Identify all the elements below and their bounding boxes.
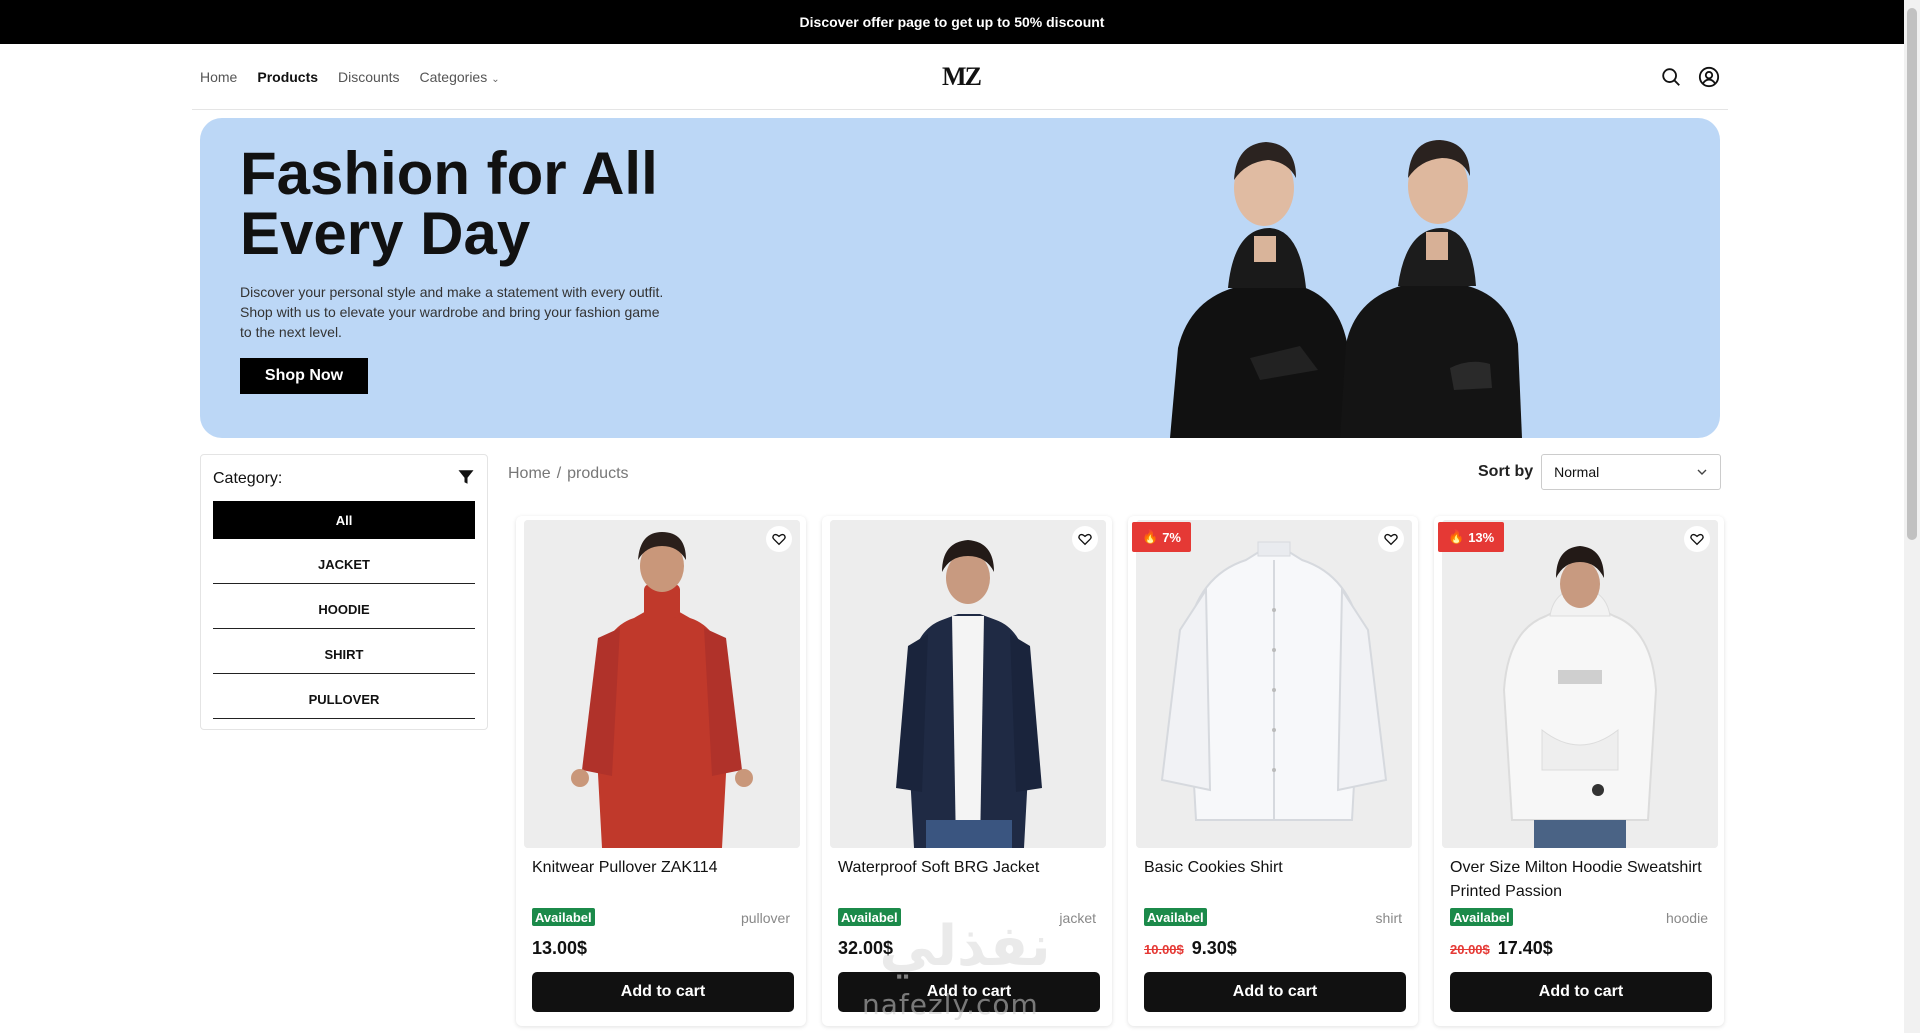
- chevron-down-icon: ⌄: [491, 74, 500, 85]
- product-name[interactable]: Over Size Milton Hoodie Sweatshirt Print…: [1450, 856, 1710, 904]
- promo-text[interactable]: Discover offer page to get up to 50% dis…: [800, 14, 1105, 30]
- sort-select[interactable]: Normal: [1541, 454, 1722, 490]
- product-price: 32.00$: [838, 938, 894, 958]
- wishlist-button[interactable]: [1072, 526, 1098, 552]
- product-card[interactable]: Knitwear Pullover ZAK114 Availabel pullo…: [516, 516, 806, 1026]
- product-image[interactable]: [1136, 520, 1412, 848]
- breadcrumb-home[interactable]: Home: [508, 465, 551, 482]
- heart-icon: [1384, 533, 1398, 546]
- promo-bar[interactable]: Discover offer page to get up to 50% dis…: [0, 0, 1904, 44]
- header-actions: [1660, 66, 1720, 93]
- category-pullover[interactable]: PULLOVER: [213, 681, 475, 719]
- product-price-group: 20.00$ 17.40$: [1450, 938, 1553, 959]
- product-category: hoodie: [1665, 910, 1708, 926]
- category-jacket[interactable]: JACKET: [213, 546, 475, 584]
- product-name[interactable]: Waterproof Soft BRG Jacket: [838, 856, 1098, 880]
- chevron-down-icon: [1697, 469, 1707, 475]
- category-filter-header: Category:: [213, 467, 475, 491]
- product-card[interactable]: 🔥 7% Basic Cookies Shirt Availabel shirt …: [1128, 516, 1418, 1026]
- product-price-group: 10.00$ 9.30$: [1144, 938, 1237, 959]
- product-card[interactable]: Waterproof Soft BRG Jacket Availabel jac…: [822, 516, 1112, 1026]
- product-price-group: 32.00$: [838, 938, 893, 959]
- product-old-price: 10.00$: [1144, 942, 1184, 957]
- nav-home[interactable]: Home: [200, 69, 237, 85]
- product-old-price: 20.00$: [1450, 942, 1490, 957]
- scrollbar-thumb[interactable]: [1907, 8, 1917, 540]
- product-price: 9.30$: [1191, 938, 1237, 958]
- nav-categories[interactable]: Categories ⌄: [420, 69, 500, 85]
- heart-icon: [772, 533, 786, 546]
- product-image[interactable]: [1442, 520, 1718, 848]
- product-price: 17.40$: [1497, 938, 1553, 958]
- product-category: pullover: [740, 910, 790, 926]
- sort-control: Sort by Normal: [1478, 454, 1722, 490]
- product-card[interactable]: 🔥 13% Over Size Milton Hoodie Sweatshirt …: [1434, 516, 1724, 1026]
- product-image[interactable]: [524, 520, 800, 848]
- wishlist-button[interactable]: [1684, 526, 1710, 552]
- nav-discounts[interactable]: Discounts: [338, 69, 399, 85]
- page-scrollbar[interactable]: [1904, 0, 1920, 1033]
- category-all[interactable]: All: [213, 501, 475, 539]
- product-category: jacket: [1059, 910, 1096, 926]
- wishlist-button[interactable]: [766, 526, 792, 552]
- hero-title: Fashion for All Every Day: [240, 140, 658, 267]
- category-title: Category:: [213, 470, 283, 487]
- fire-icon: 🔥: [1448, 529, 1465, 544]
- main-nav: Home Products Discounts Categories ⌄: [200, 44, 500, 110]
- availability-badge: Availabel: [532, 908, 595, 926]
- hero-banner: Fashion for All Every Day Discover your …: [200, 118, 1720, 438]
- category-hoodie[interactable]: HOODIE: [213, 591, 475, 629]
- availability-badge: Availabel: [838, 908, 901, 926]
- availability-badge: Availabel: [1450, 908, 1513, 926]
- category-filter: Category: All JACKET HOODIE SHIRT PULLOV…: [200, 454, 488, 730]
- hero-models-image: [1170, 140, 1522, 438]
- logo[interactable]: MZ: [932, 62, 990, 92]
- hero-description: Discover your personal style and make a …: [240, 284, 664, 340]
- sort-label: Sort by: [1478, 463, 1534, 480]
- availability-badge: Availabel: [1144, 908, 1207, 926]
- add-to-cart-button[interactable]: Add to cart: [532, 972, 794, 1012]
- fire-icon: 🔥: [1142, 529, 1159, 544]
- product-name[interactable]: Knitwear Pullover ZAK114: [532, 856, 792, 880]
- product-price-group: 13.00$: [532, 938, 587, 959]
- site-header: Home Products Discounts Categories ⌄ MZ: [192, 44, 1728, 110]
- discount-value: 13%: [1468, 529, 1495, 545]
- filter-icon[interactable]: [457, 468, 475, 491]
- breadcrumb-separator: /: [556, 465, 562, 482]
- product-image[interactable]: [830, 520, 1106, 848]
- product-price: 13.00$: [532, 938, 588, 958]
- nav-categories-label: Categories: [419, 69, 488, 85]
- discount-value: 7%: [1162, 529, 1181, 545]
- heart-icon: [1690, 533, 1704, 546]
- add-to-cart-button[interactable]: Add to cart: [1144, 972, 1406, 1012]
- search-icon[interactable]: [1660, 66, 1682, 93]
- add-to-cart-button[interactable]: Add to cart: [838, 972, 1100, 1012]
- heart-icon: [1078, 533, 1092, 546]
- add-to-cart-button[interactable]: Add to cart: [1450, 972, 1712, 1012]
- product-name[interactable]: Basic Cookies Shirt: [1144, 856, 1404, 880]
- breadcrumb-current: products: [567, 465, 629, 482]
- nav-products[interactable]: Products: [257, 69, 318, 85]
- breadcrumb: Home / products: [508, 465, 629, 483]
- sort-value: Normal: [1554, 464, 1600, 480]
- user-icon[interactable]: [1698, 66, 1720, 93]
- product-category: shirt: [1375, 910, 1402, 926]
- discount-badge: 🔥 13%: [1438, 522, 1505, 552]
- page: Discover offer page to get up to 50% dis…: [0, 0, 1920, 1033]
- discount-badge: 🔥 7%: [1132, 522, 1191, 552]
- category-shirt[interactable]: SHIRT: [213, 636, 475, 674]
- wishlist-button[interactable]: [1378, 526, 1404, 552]
- shop-now-button[interactable]: Shop Now: [240, 358, 368, 394]
